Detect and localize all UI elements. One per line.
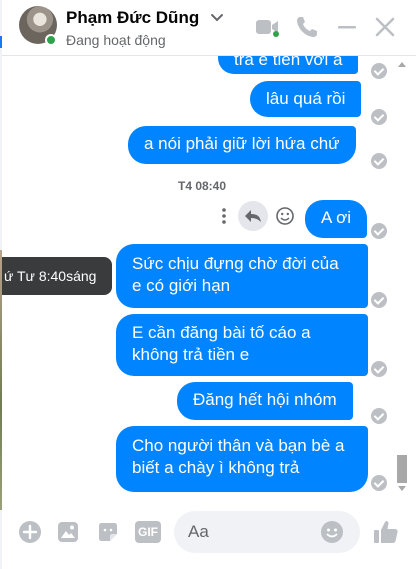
- seen-check-icon: [371, 153, 387, 169]
- message-bubble[interactable]: a nói phải giữ lời hứa chứ: [128, 126, 356, 164]
- gif-label: GIF: [138, 525, 158, 539]
- message-bubble[interactable]: trả e tiền với a: [218, 56, 359, 74]
- message-list: trả e tiền với a lâu quá rồi a nói phải …: [2, 56, 416, 502]
- seen-check-icon: [371, 63, 387, 79]
- chat-header: Phạm Đức Dũng Đang hoạt động: [2, 0, 416, 56]
- voice-call-icon[interactable]: [294, 14, 320, 40]
- gif-button[interactable]: GIF: [135, 521, 161, 543]
- more-options-icon[interactable]: [220, 206, 228, 226]
- reply-icon: [245, 210, 261, 222]
- time-tooltip: ứ Tư 8:40sáng: [2, 257, 112, 295]
- message-bubble[interactable]: lâu quá rồi: [250, 81, 362, 117]
- chat-window: Phạm Đức Dũng Đang hoạt động trả e tiền …: [2, 0, 416, 569]
- message-bubble[interactable]: E cần đăng bài tố cáo a không trả tiền e: [116, 314, 368, 376]
- contact-status: Đang hoạt động: [66, 32, 166, 48]
- seen-check-icon: [371, 223, 387, 239]
- scrollbar-thumb[interactable]: [397, 455, 407, 483]
- emoji-icon[interactable]: [320, 520, 344, 544]
- image-icon[interactable]: [56, 520, 80, 544]
- message-bubble[interactable]: A ơi: [305, 200, 368, 238]
- message-bubble[interactable]: Cho người thân và bạn bè a biết a chày ì…: [116, 426, 368, 492]
- minimize-icon[interactable]: [334, 14, 360, 40]
- contact-name[interactable]: Phạm Đức Dũng: [66, 8, 199, 28]
- scroll-down-arrow-icon[interactable]: [398, 486, 406, 491]
- reply-button[interactable]: [238, 201, 268, 231]
- video-call-icon[interactable]: [254, 14, 280, 40]
- seen-check-icon: [371, 408, 387, 424]
- seen-check-icon: [371, 475, 387, 491]
- online-status-dot: [45, 34, 57, 46]
- message-composer: GIF Aa: [2, 502, 416, 569]
- scrollbar[interactable]: [394, 56, 410, 502]
- message-input-placeholder: Aa: [188, 522, 209, 541]
- seen-check-icon: [371, 292, 387, 308]
- message-bubble[interactable]: Đăng hết hội nhóm: [177, 382, 353, 420]
- scroll-up-arrow-icon[interactable]: [398, 62, 406, 67]
- plus-icon[interactable]: [18, 520, 42, 544]
- seen-check-icon: [371, 109, 387, 125]
- chevron-down-icon[interactable]: [210, 12, 224, 24]
- thumbs-up-icon[interactable]: [372, 518, 400, 546]
- seen-check-icon: [371, 361, 387, 377]
- message-bubble[interactable]: Sức chịu đựng chờ đời của e có giới hạn: [116, 244, 368, 308]
- message-input[interactable]: Aa: [174, 511, 360, 553]
- react-emoji-icon[interactable]: [275, 206, 295, 226]
- close-icon[interactable]: [372, 14, 398, 40]
- message-timestamp: T4 08:40: [177, 179, 227, 193]
- sticker-icon[interactable]: [96, 520, 120, 544]
